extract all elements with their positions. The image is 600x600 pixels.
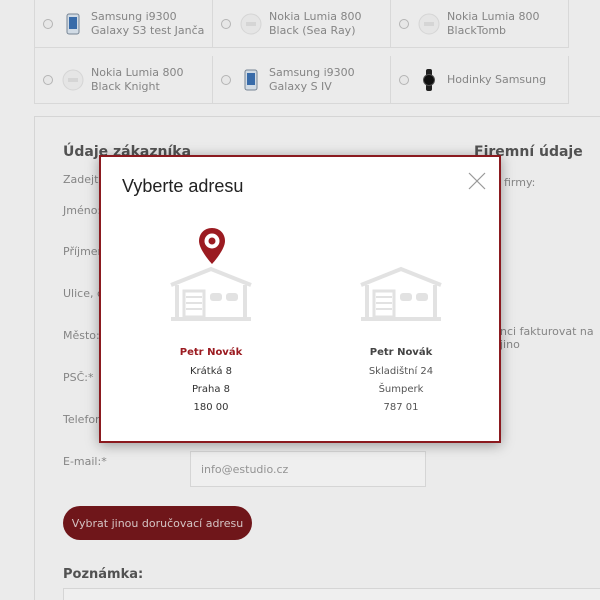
- address-modal: Vyberte adresu Petr Novák Krátká 8 Praha…: [99, 155, 501, 443]
- address-zip: 180 00: [193, 402, 229, 413]
- location-pin-icon: [198, 227, 226, 269]
- modal-title: Vyberte adresu: [122, 176, 244, 196]
- address-city: Praha 8: [191, 384, 231, 395]
- address-street: Krátká 8: [189, 366, 232, 377]
- address-name: Petr Novák: [369, 347, 433, 358]
- address-street: Skladištní 24: [368, 366, 434, 377]
- warehouse-icon: [170, 266, 252, 321]
- address-zip: 787 01: [383, 402, 419, 413]
- warehouse-icon: [360, 266, 442, 321]
- address-name: Petr Novák: [179, 347, 243, 358]
- address-option[interactable]: Petr Novák Krátká 8 Praha 8 180 00: [131, 217, 291, 437]
- close-icon[interactable]: [467, 171, 487, 191]
- address-option[interactable]: Petr Novák Skladištní 24 Šumperk 787 01: [321, 217, 481, 437]
- address-city: Šumperk: [378, 384, 424, 395]
